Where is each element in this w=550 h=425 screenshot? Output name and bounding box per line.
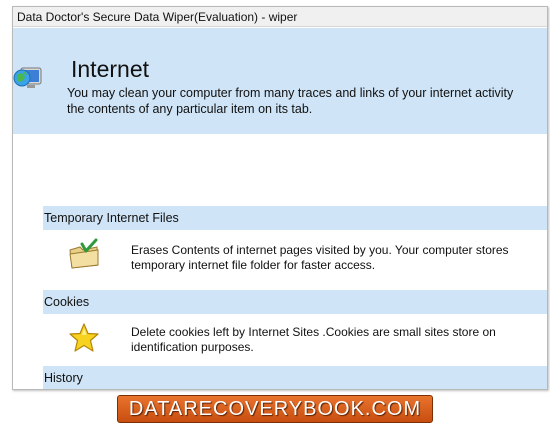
website-banner: DATARECOVERYBOOK.COM <box>117 395 433 423</box>
page-description: You may clean your computer from many tr… <box>67 85 547 117</box>
tab-cookies[interactable]: Cookies <box>43 290 547 314</box>
page-title: Internet <box>71 56 149 82</box>
folder-check-icon <box>69 238 99 269</box>
cookies-description: Delete cookies left by Internet Sites .C… <box>131 325 496 355</box>
temporary-internet-files-description: Erases Contents of internet pages visite… <box>131 243 509 273</box>
temporary-internet-files-line-1: Erases Contents of internet pages visite… <box>131 243 509 257</box>
internet-globe-icon <box>13 67 42 88</box>
temporary-internet-files-line-2: temporary internet file folder for faste… <box>131 258 376 272</box>
window-title: Data Doctor's Secure Data Wiper(Evaluati… <box>13 7 547 27</box>
page-header: Internet You may clean your computer fro… <box>13 28 547 134</box>
section-cookies: Delete cookies left by Internet Sites .C… <box>43 314 547 370</box>
cookies-line-1: Delete cookies left by Internet Sites .C… <box>131 325 496 339</box>
tab-temporary-internet-files[interactable]: Temporary Internet Files <box>43 206 547 230</box>
tab-history[interactable]: History <box>43 366 547 389</box>
page-description-line-1: You may clean your computer from many tr… <box>67 86 514 100</box>
section-temporary-internet-files: Erases Contents of internet pages visite… <box>43 230 547 286</box>
cookies-line-2: identification purposes. <box>131 340 254 354</box>
star-icon <box>69 323 99 352</box>
app-window: Data Doctor's Secure Data Wiper(Evaluati… <box>12 6 548 390</box>
page-description-line-2: the contents of any particular item on i… <box>67 102 313 116</box>
